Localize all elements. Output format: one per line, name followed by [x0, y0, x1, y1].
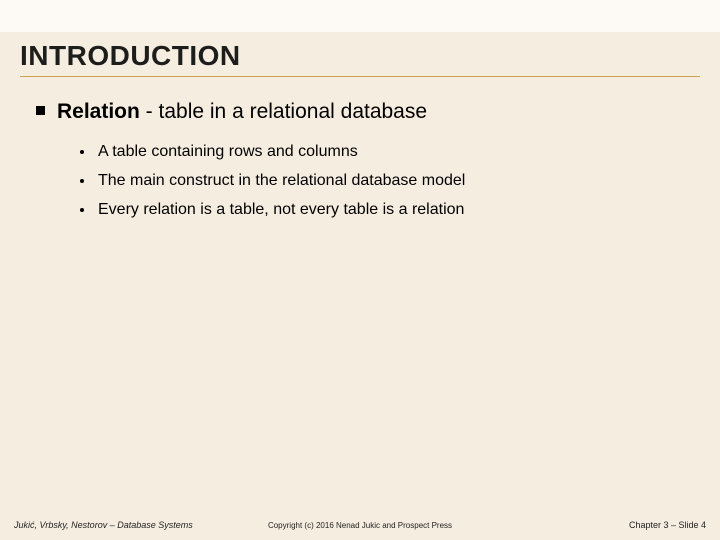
- slide-heading: INTRODUCTION: [20, 40, 700, 74]
- sub-bullet-text: The main construct in the relational dat…: [98, 169, 465, 194]
- square-bullet-icon: [36, 106, 45, 115]
- footer-copyright: Copyright (c) 2016 Nenad Jukic and Prosp…: [268, 521, 452, 530]
- slide-footer: Jukić, Vrbsky, Nestorov – Database Syste…: [0, 520, 720, 530]
- main-bullet-def: table in a relational database: [159, 100, 428, 123]
- main-bullet-text: Relation - table in a relational databas…: [57, 98, 427, 126]
- main-bullet-sep: -: [140, 100, 159, 123]
- sub-bullet-list: A table containing rows and columns The …: [80, 140, 690, 222]
- dot-bullet-icon: [80, 179, 84, 183]
- footer-authors: Jukić, Vrbsky, Nestorov – Database Syste…: [14, 520, 193, 530]
- top-band: [0, 0, 720, 32]
- sub-bullet-item: A table containing rows and columns: [80, 140, 690, 165]
- sub-bullet-text: A table containing rows and columns: [98, 140, 358, 165]
- heading-underline: [20, 76, 700, 77]
- dot-bullet-icon: [80, 208, 84, 212]
- sub-bullet-text: Every relation is a table, not every tab…: [98, 198, 464, 223]
- main-bullet: Relation - table in a relational databas…: [36, 98, 690, 126]
- main-bullet-term: Relation: [57, 100, 140, 123]
- sub-bullet-item: Every relation is a table, not every tab…: [80, 198, 690, 223]
- footer-slide-number: Chapter 3 – Slide 4: [629, 520, 706, 530]
- heading-area: INTRODUCTION: [20, 40, 700, 77]
- sub-bullet-item: The main construct in the relational dat…: [80, 169, 690, 194]
- slide-content: Relation - table in a relational databas…: [36, 98, 690, 227]
- dot-bullet-icon: [80, 150, 84, 154]
